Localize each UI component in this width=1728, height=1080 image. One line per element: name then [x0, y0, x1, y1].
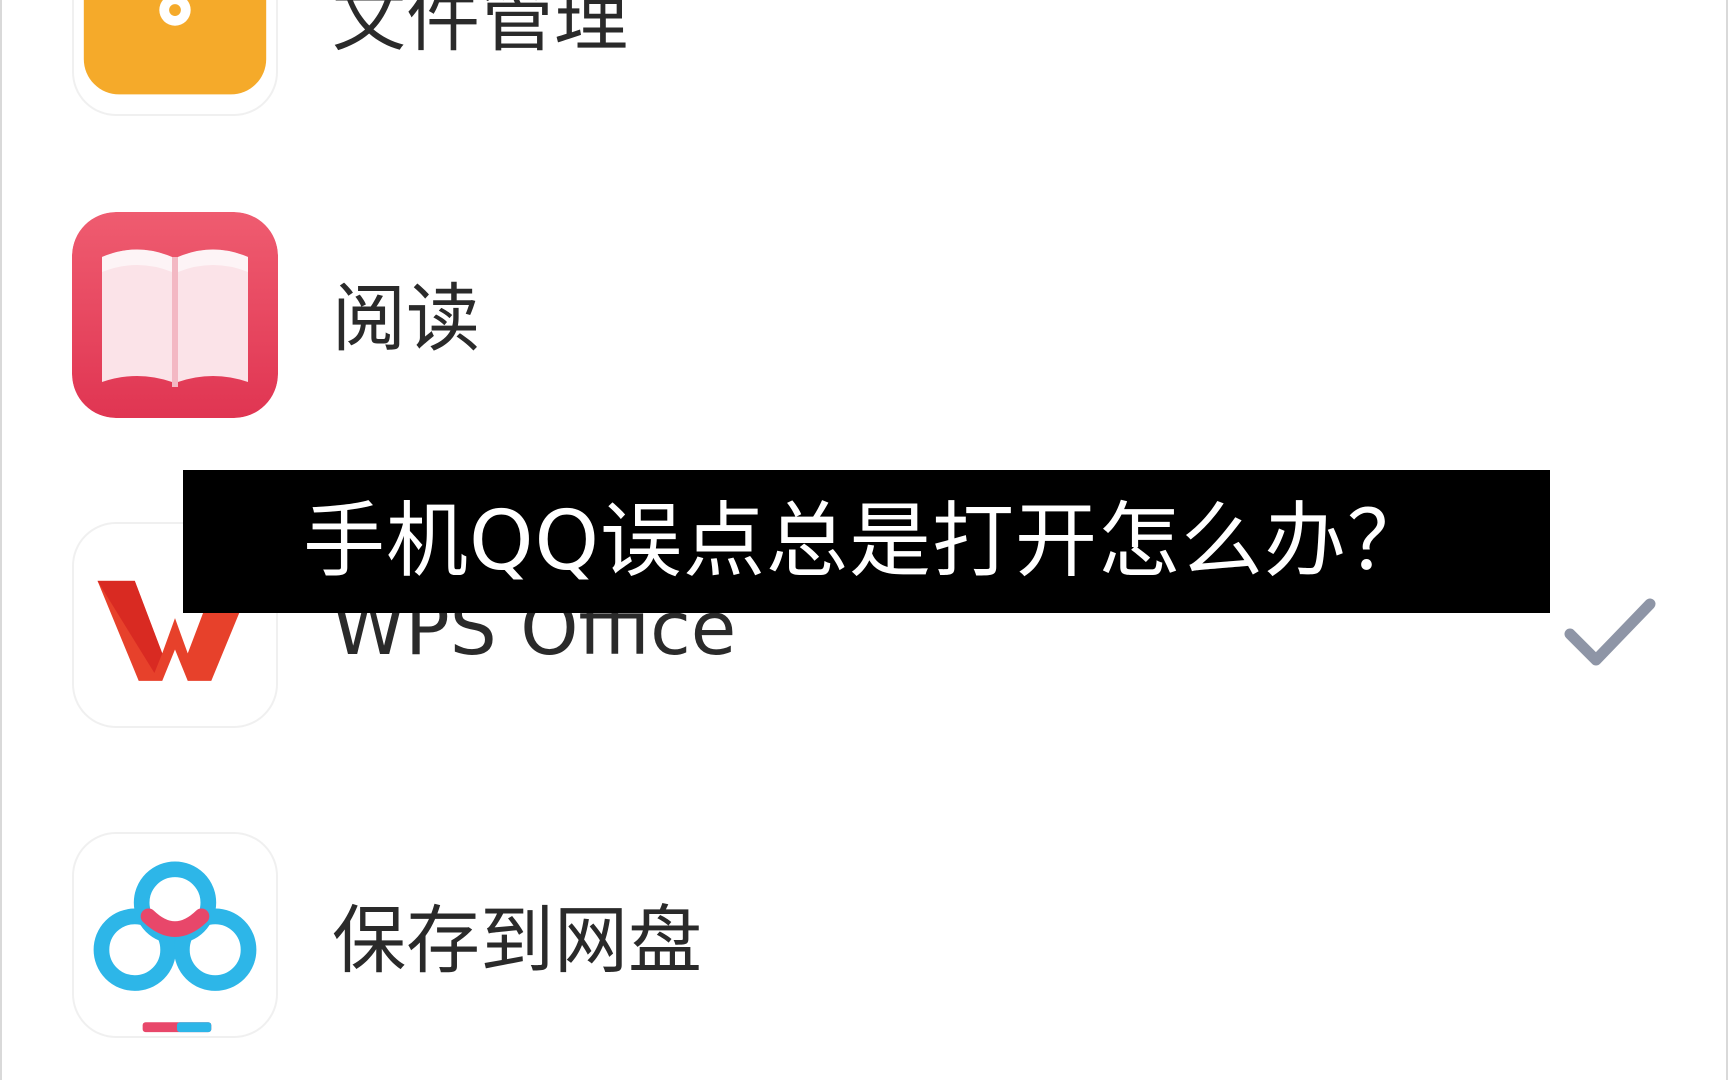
- app-label-file-manager: 文件管理: [332, 0, 628, 62]
- book-icon: [72, 212, 278, 418]
- open-with-app-list: 文件管理 阅读 WPS Office 保存到网盘 手机QQ误点总是打开怎么办？: [0, 0, 1728, 1080]
- app-option-file-manager[interactable]: 文件管理: [2, 0, 1726, 120]
- check-icon: [1564, 598, 1656, 666]
- app-label-reading: 阅读: [332, 276, 480, 362]
- folder-icon: [72, 0, 278, 116]
- app-option-netdisk[interactable]: 保存到网盘: [2, 832, 1726, 1042]
- app-label-netdisk: 保存到网盘: [332, 898, 702, 984]
- subtitle-text: 手机QQ误点总是打开怎么办？: [302, 494, 1431, 589]
- baidu-netdisk-icon: [72, 832, 278, 1038]
- subtitle-overlay: 手机QQ误点总是打开怎么办？: [183, 470, 1550, 613]
- app-option-reading[interactable]: 阅读: [2, 212, 1726, 422]
